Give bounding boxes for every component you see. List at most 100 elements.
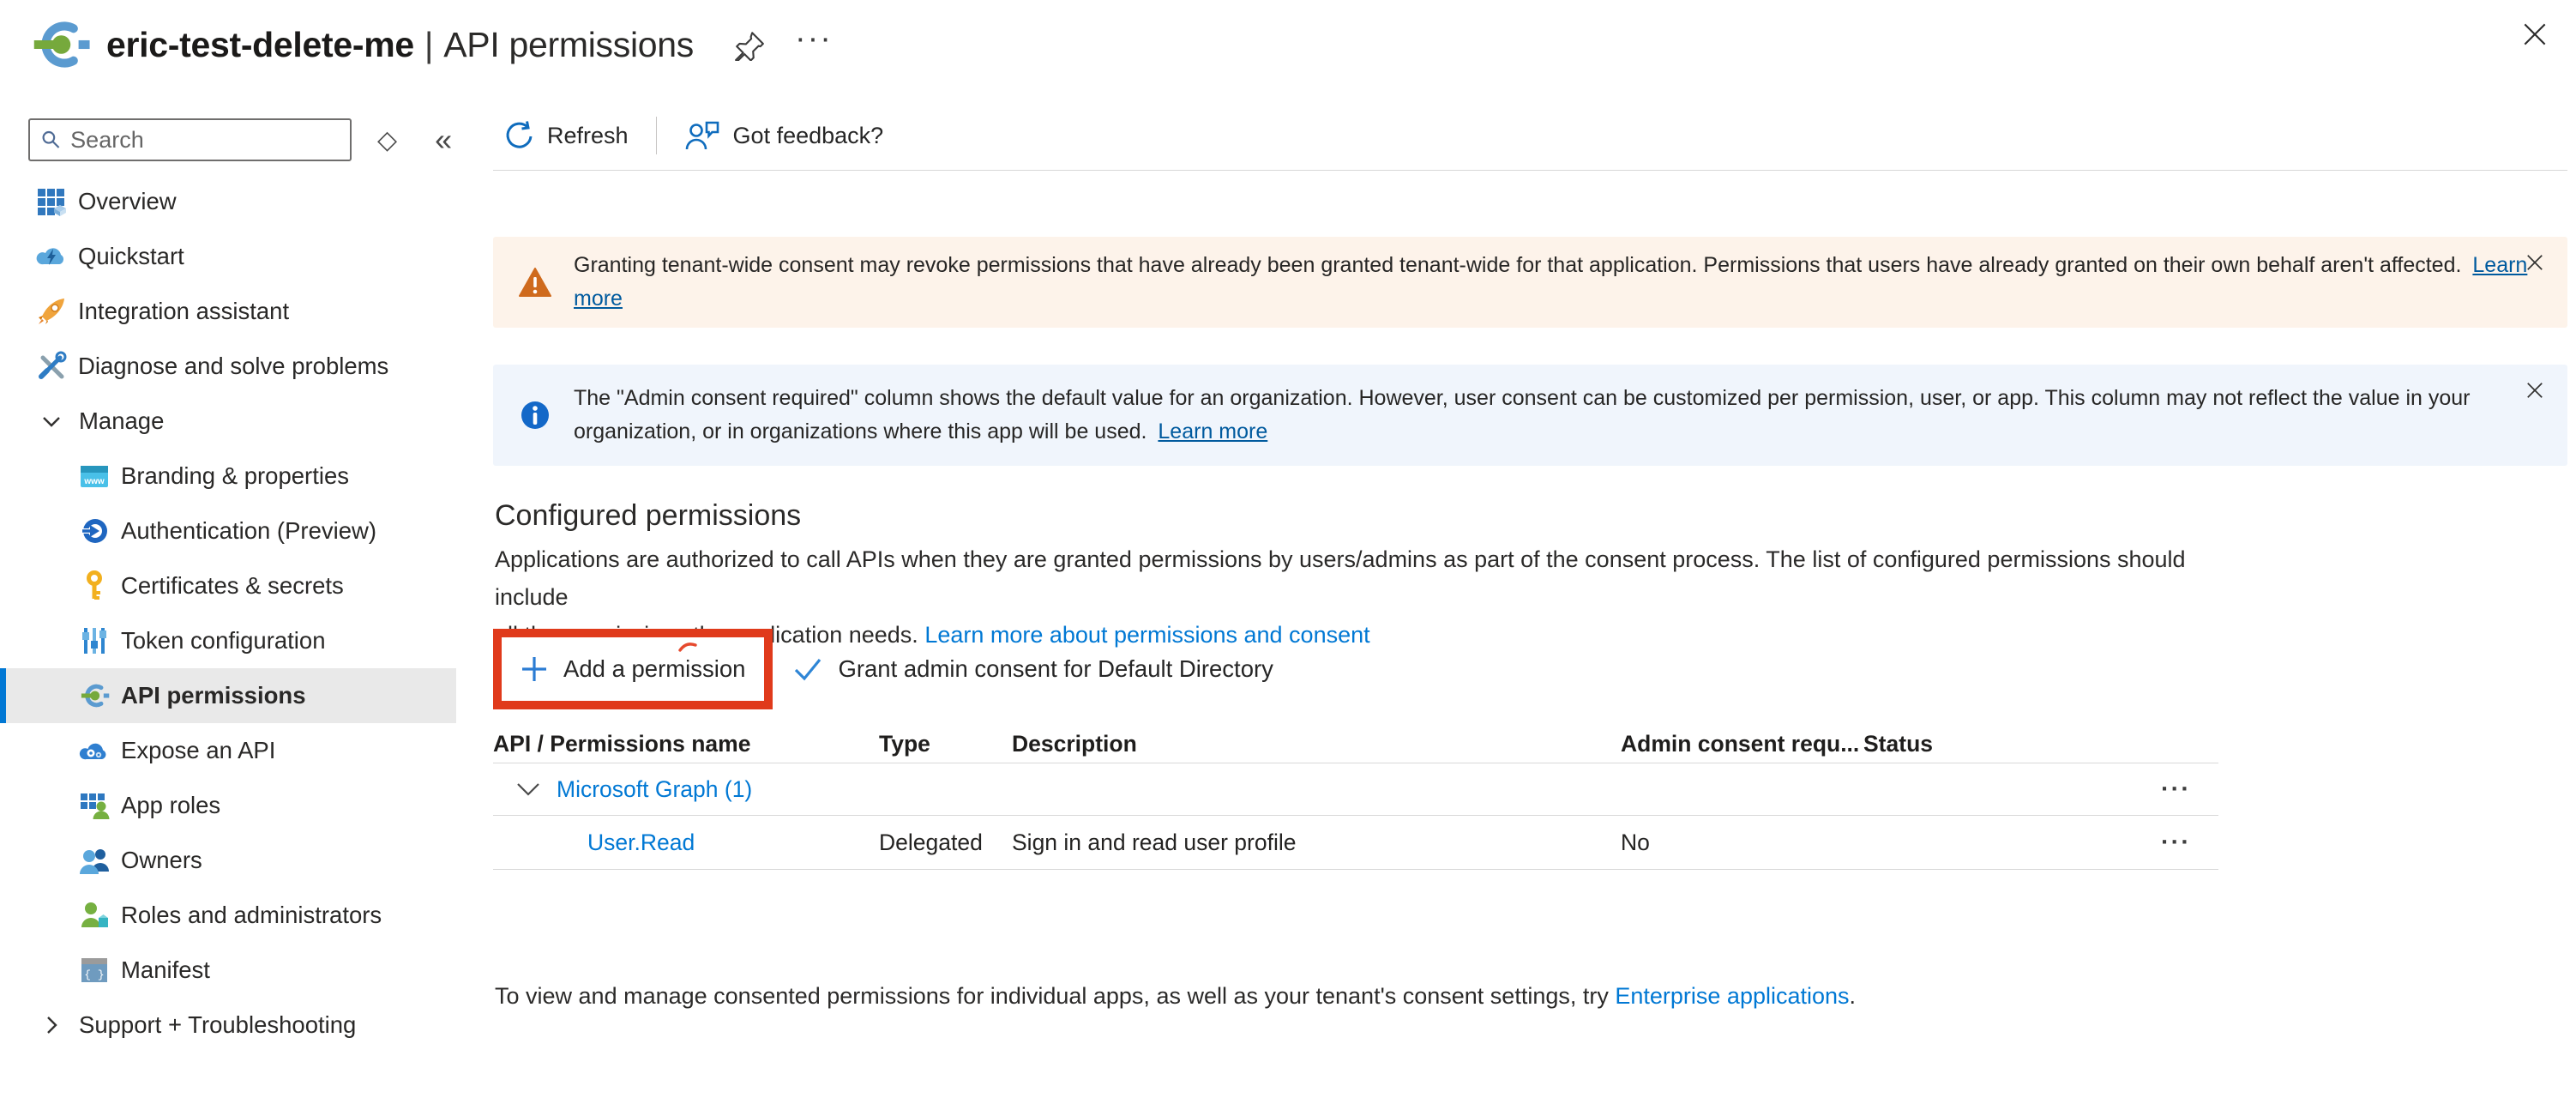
annotation-mark	[677, 639, 698, 653]
command-bar: Refresh Got feedback?	[502, 113, 883, 158]
sidebar-item-token-configuration[interactable]: Token configuration	[0, 613, 456, 668]
add-permission-label: Add a permission	[563, 655, 745, 683]
tools-icon	[36, 351, 67, 382]
permissions-table: API / Permissions name Type Description …	[493, 725, 2218, 870]
sidebar-item-diagnose[interactable]: Diagnose and solve problems	[0, 339, 456, 394]
info-banner: The "Admin consent required" column show…	[493, 365, 2567, 466]
sidebar-item-label: Certificates & secrets	[121, 572, 344, 600]
warning-close-icon[interactable]	[2523, 250, 2547, 274]
checkmark-icon	[791, 654, 824, 685]
microsoft-graph-link[interactable]: Microsoft Graph (1)	[557, 776, 752, 803]
col-header-api-permissions-name: API / Permissions name	[493, 731, 879, 757]
sidebar-item-roles-administrators[interactable]: Roles and administrators	[0, 888, 456, 943]
chevron-right-icon	[39, 1013, 63, 1037]
warning-banner: Granting tenant-wide consent may revoke …	[493, 237, 2567, 328]
refresh-icon	[502, 119, 534, 152]
svg-text:www: www	[83, 477, 105, 486]
sidebar-item-app-roles[interactable]: App roles	[0, 778, 456, 833]
sidebar-item-integration-assistant[interactable]: Integration assistant	[0, 284, 456, 339]
refresh-button[interactable]: Refresh	[502, 119, 629, 152]
sidebar-item-label: Token configuration	[121, 627, 326, 655]
page-name: API permissions	[443, 25, 694, 64]
grant-admin-consent-label: Grant admin consent for Default Director…	[838, 655, 1273, 683]
sidebar-item-label: Quickstart	[78, 243, 184, 270]
sidebar-item-authentication[interactable]: Authentication (Preview)	[0, 504, 456, 558]
section-title: Configured permissions	[495, 499, 801, 533]
col-header-admin-consent: Admin consent requ...	[1621, 731, 1863, 757]
col-header-type: Type	[879, 731, 1012, 757]
title-separator: |	[414, 25, 443, 64]
command-bar-separator	[493, 170, 2567, 171]
sidebar-item-api-permissions[interactable]: API permissions	[0, 668, 456, 723]
table-row-user-read[interactable]: User.Read Delegated Sign in and read use…	[493, 816, 2218, 869]
sidebar-item-label: Integration assistant	[78, 298, 289, 325]
owners-icon	[79, 845, 110, 876]
sidebar-item-manifest[interactable]: { } Manifest	[0, 943, 456, 998]
sidebar-item-label: Manifest	[121, 956, 210, 984]
search-box[interactable]	[28, 118, 352, 161]
rocket-icon	[36, 296, 67, 327]
add-permission-button[interactable]: Add a permission	[521, 655, 745, 683]
resize-handle-icon[interactable]: ◇	[377, 125, 397, 155]
api-permissions-icon	[79, 680, 110, 711]
sidebar-nav: Overview Quickstart Integration assistan…	[0, 174, 456, 1053]
close-blade-icon[interactable]	[2519, 19, 2550, 50]
cloud-gears-icon	[79, 735, 110, 766]
permission-name-link[interactable]: User.Read	[587, 830, 695, 855]
sliders-icon	[79, 625, 110, 656]
sidebar-item-certificates[interactable]: Certificates & secrets	[0, 558, 456, 613]
sidebar-item-overview[interactable]: Overview	[0, 174, 456, 229]
command-bar-divider	[656, 117, 657, 154]
sidebar-group-manage[interactable]: Manage	[0, 394, 456, 449]
info-text: The "Admin consent required" column show…	[574, 382, 2542, 449]
refresh-label: Refresh	[547, 123, 629, 149]
sidebar-item-branding[interactable]: www Branding & properties	[0, 449, 456, 504]
overview-icon	[36, 186, 67, 217]
sidebar-item-label: Authentication (Preview)	[121, 517, 376, 545]
feedback-button[interactable]: Got feedback?	[684, 118, 884, 153]
enterprise-applications-link[interactable]: Enterprise applications	[1615, 983, 1849, 1009]
sidebar-item-label: Owners	[121, 847, 202, 874]
expand-chevron-icon[interactable]	[515, 778, 541, 800]
pin-icon[interactable]	[733, 28, 766, 61]
info-learn-more-link[interactable]: Learn more	[1158, 419, 1267, 443]
sidebar-item-label: Overview	[78, 188, 177, 215]
feedback-label: Got feedback?	[733, 123, 884, 149]
sidebar-group-label: Manage	[79, 407, 164, 435]
info-close-icon[interactable]	[2523, 378, 2547, 402]
sidebar-item-owners[interactable]: Owners	[0, 833, 456, 888]
feedback-icon	[684, 118, 720, 153]
row-menu-icon[interactable]: ···	[2161, 829, 2191, 856]
info-icon	[519, 399, 551, 431]
table-header-row: API / Permissions name Type Description …	[493, 725, 2218, 763]
blade-header: eric-test-delete-me|API permissions ···	[0, 0, 2576, 89]
app-name: eric-test-delete-me	[106, 25, 414, 64]
sidebar-item-expose-api[interactable]: Expose an API	[0, 723, 456, 778]
key-icon	[79, 570, 110, 601]
footer-note: To view and manage consented permissions…	[495, 983, 1856, 1010]
warning-text: Granting tenant-wide consent may revoke …	[574, 249, 2542, 316]
svg-text:{ }: { }	[84, 968, 104, 981]
plus-icon	[521, 655, 548, 683]
authentication-icon	[79, 516, 110, 546]
sidebar-item-label: API permissions	[121, 682, 306, 709]
row-menu-icon[interactable]: ···	[2161, 775, 2191, 803]
search-input[interactable]	[70, 127, 340, 154]
permission-type: Delegated	[879, 830, 1012, 856]
table-group-row-microsoft-graph[interactable]: Microsoft Graph (1) ···	[493, 763, 2218, 815]
sidebar-item-quickstart[interactable]: Quickstart	[0, 229, 456, 284]
sidebar-group-support[interactable]: Support + Troubleshooting	[0, 998, 456, 1053]
search-icon	[40, 128, 62, 152]
manage-sub-items: www Branding & properties Authentication…	[0, 449, 456, 998]
page-title: eric-test-delete-me|API permissions	[106, 25, 694, 65]
roles-admin-icon	[79, 900, 110, 931]
sidebar-group-label: Support + Troubleshooting	[79, 1011, 356, 1039]
permissions-controls: Add a permission Grant admin consent for…	[493, 629, 1273, 709]
api-permissions-app-icon	[29, 14, 91, 75]
grant-admin-consent-button[interactable]: Grant admin consent for Default Director…	[791, 654, 1273, 685]
more-options-icon[interactable]: ···	[795, 30, 833, 59]
chevron-down-icon	[39, 409, 63, 433]
warning-icon	[519, 267, 551, 298]
collapse-sidebar-icon[interactable]: «	[435, 122, 452, 158]
manifest-icon: { }	[79, 955, 110, 986]
